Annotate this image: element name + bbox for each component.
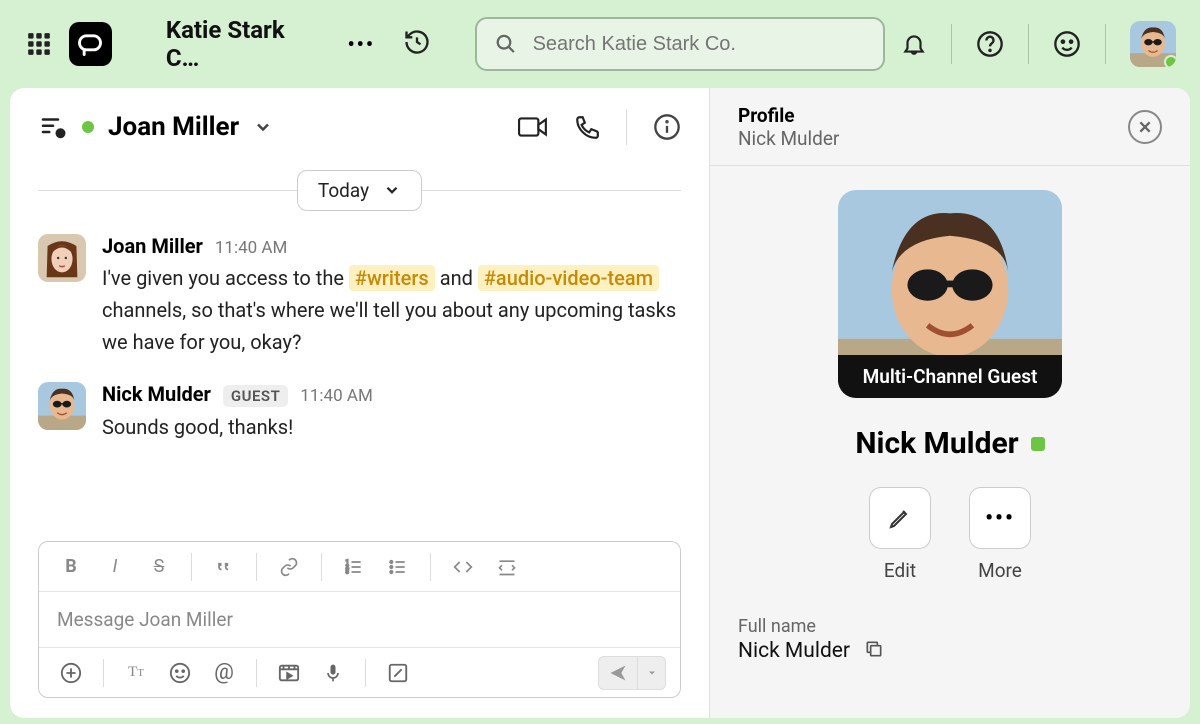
message-author[interactable]: Joan Miller (102, 234, 203, 258)
search-icon (495, 32, 517, 56)
more-label: More (978, 559, 1022, 582)
presence-indicator (1031, 437, 1045, 451)
send-options-button[interactable] (638, 656, 666, 690)
chat-message: Joan Miller 11:40 AM I've given you acce… (38, 234, 681, 358)
avatar[interactable] (38, 234, 86, 282)
message-body: I've given you access to the #writers an… (102, 262, 681, 358)
code-icon[interactable] (445, 549, 481, 585)
code-block-icon[interactable] (489, 549, 525, 585)
profile-header-title: Profile (738, 104, 839, 127)
mention-icon[interactable]: @ (206, 655, 242, 691)
current-user-avatar[interactable] (1130, 21, 1176, 67)
video-clip-icon[interactable] (271, 655, 307, 691)
filter-list-icon[interactable] (38, 112, 68, 142)
quote-icon[interactable] (206, 549, 242, 585)
edit-profile-button[interactable] (869, 487, 931, 549)
help-icon[interactable] (976, 30, 1004, 58)
bell-icon[interactable] (901, 31, 927, 57)
bold-icon[interactable]: B (53, 549, 89, 585)
avatar[interactable] (38, 382, 86, 430)
search-box[interactable] (475, 17, 885, 71)
italic-icon[interactable]: I (97, 549, 133, 585)
date-label: Today (318, 179, 369, 202)
peer-name[interactable]: Joan Miller (108, 112, 239, 142)
copy-icon[interactable] (864, 639, 884, 663)
shortcut-icon[interactable] (380, 655, 416, 691)
message-author[interactable]: Nick Mulder (102, 382, 211, 406)
full-name-label: Full name (738, 616, 1162, 637)
add-attachment-icon[interactable] (53, 655, 89, 691)
info-icon[interactable] (653, 113, 681, 141)
video-call-icon[interactable] (518, 115, 548, 139)
channel-tag[interactable]: #writers (349, 265, 435, 291)
peer-presence-dot (82, 121, 94, 133)
app-logo[interactable] (69, 22, 112, 66)
workspace-more-icon[interactable]: ••• (347, 32, 375, 56)
emoji-icon[interactable] (1053, 30, 1081, 58)
send-button[interactable] (598, 656, 638, 690)
profile-header-subtitle: Nick Mulder (738, 127, 839, 150)
phone-call-icon[interactable] (574, 114, 600, 140)
text-format-icon[interactable]: TT (118, 655, 154, 691)
history-icon[interactable] (403, 28, 431, 60)
emoji-picker-icon[interactable] (162, 655, 198, 691)
guest-type-banner: Multi-Channel Guest (838, 355, 1062, 398)
more-actions-button[interactable]: ••• (969, 487, 1031, 549)
chevron-down-icon[interactable] (253, 117, 273, 137)
message-time: 11:40 AM (300, 386, 372, 406)
profile-avatar[interactable]: Multi-Channel Guest (838, 190, 1062, 398)
mic-icon[interactable] (315, 655, 351, 691)
edit-label: Edit (884, 559, 916, 582)
bullet-list-icon[interactable] (380, 549, 416, 585)
svg-text:3: 3 (346, 569, 349, 575)
close-icon[interactable] (1128, 110, 1162, 144)
apps-grid-icon[interactable] (24, 29, 53, 59)
date-separator[interactable]: Today (297, 170, 422, 211)
message-composer: B I S 123 Message Joan Miller TT (38, 541, 681, 698)
full-name-value: Nick Mulder (738, 639, 850, 663)
composer-input[interactable]: Message Joan Miller (39, 592, 680, 647)
workspace-name[interactable]: Katie Stark C… (166, 16, 320, 72)
presence-indicator (1164, 55, 1176, 67)
channel-tag[interactable]: #audio-video-team (478, 265, 659, 291)
profile-name: Nick Mulder (855, 426, 1018, 461)
strike-icon[interactable]: S (141, 549, 177, 585)
chat-message: Nick Mulder GUEST 11:40 AM Sounds good, … (38, 382, 681, 443)
guest-badge: GUEST (223, 385, 288, 407)
message-time: 11:40 AM (215, 238, 287, 258)
search-input[interactable] (533, 33, 865, 56)
ordered-list-icon[interactable]: 123 (336, 549, 372, 585)
message-body: Sounds good, thanks! (102, 411, 373, 443)
link-icon[interactable] (271, 549, 307, 585)
chevron-down-icon (383, 181, 401, 199)
